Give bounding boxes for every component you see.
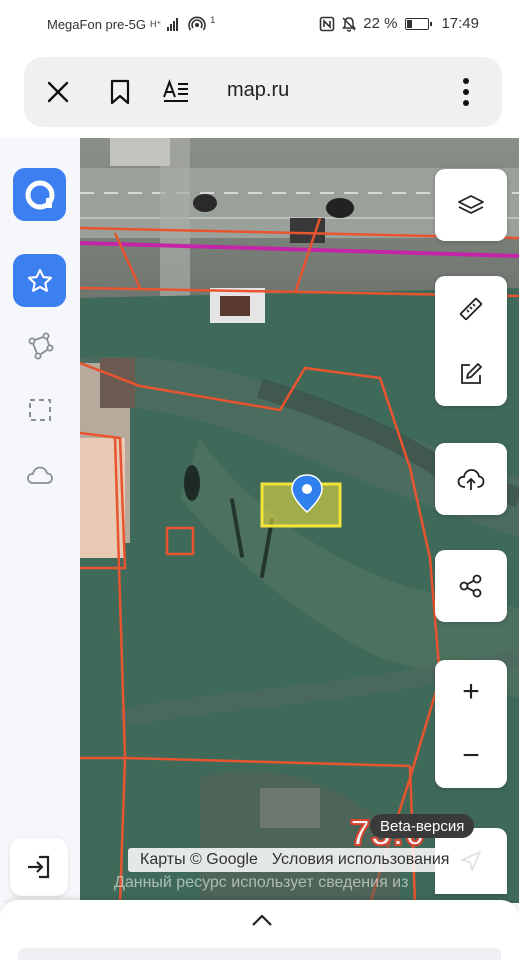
app-logo-icon (25, 180, 54, 209)
browser-toolbar: map.ru (24, 57, 502, 127)
bookmark-icon (110, 79, 130, 105)
favorites-button[interactable] (13, 254, 66, 307)
sheet-content-strip (18, 948, 501, 960)
status-right: 22 % 17:49 (319, 15, 479, 32)
star-icon (27, 268, 52, 292)
edit-icon (461, 362, 482, 384)
share-control (435, 550, 507, 622)
more-vert-icon (463, 78, 469, 106)
map-attribution: Карты © Google Условия использования (128, 848, 488, 872)
terms-link[interactable]: Условия использования (272, 851, 450, 869)
upload-control (435, 443, 507, 515)
share-button[interactable] (435, 550, 507, 622)
beta-badge: Beta-версия (370, 814, 475, 838)
zoom-control: + − (435, 660, 507, 788)
network-type: H⁺ (150, 18, 162, 29)
left-sidebar (0, 138, 80, 903)
polygon-tool-icon (28, 332, 54, 360)
selection-area-icon (29, 399, 51, 421)
cloud-icon (27, 466, 53, 484)
data-source-notice: Данный ресурс использует сведения из (114, 874, 409, 891)
more-button[interactable] (448, 74, 484, 110)
battery-fill (407, 19, 413, 28)
ruler-icon (459, 297, 483, 320)
clock: 17:49 (441, 15, 479, 32)
upload-icon (457, 469, 485, 490)
status-left: MegaFon pre-5G H⁺ 1 (47, 15, 216, 32)
carrier-name: MegaFon pre-5G (47, 16, 146, 32)
layers-control (435, 169, 507, 241)
bookmark-button[interactable] (102, 74, 138, 110)
satellite-imagery (80, 138, 519, 903)
polygon-tool-button[interactable] (24, 330, 56, 362)
expand-sheet-button[interactable] (247, 908, 277, 932)
layers-icon (458, 195, 484, 214)
hotspot-count: 1 (210, 15, 216, 25)
reader-mode-icon (163, 79, 188, 102)
edit-button[interactable] (435, 341, 507, 406)
upload-button[interactable] (435, 443, 507, 515)
exit-icon (28, 855, 50, 879)
nfc-icon (319, 16, 335, 31)
ruler-button[interactable] (435, 276, 507, 341)
selection-area-button[interactable] (24, 394, 56, 426)
map-view[interactable]: 73:0 (80, 138, 519, 903)
battery-icon (405, 17, 433, 30)
close-button[interactable] (40, 74, 76, 110)
battery-percent: 22 % (363, 15, 398, 32)
url-text[interactable]: map.ru (227, 79, 289, 102)
reader-mode-button[interactable] (158, 74, 194, 110)
zoom-in-button[interactable]: + (435, 660, 507, 724)
signal-icon (167, 17, 179, 31)
app-logo-button[interactable] (13, 168, 66, 221)
share-icon (459, 574, 482, 598)
zoom-out-button[interactable]: − (435, 724, 507, 788)
chevron-up-icon (252, 914, 272, 926)
measure-edit-control (435, 276, 507, 406)
map-provider: Карты © Google (140, 851, 258, 868)
cloud-button[interactable] (24, 459, 56, 491)
close-icon (47, 81, 69, 103)
exit-button[interactable] (10, 838, 68, 896)
layers-button[interactable] (435, 169, 507, 241)
bottom-sheet (0, 900, 519, 960)
mute-icon (342, 16, 357, 32)
status-bar: MegaFon pre-5G H⁺ 1 22 % 17:49 (0, 0, 519, 50)
hotspot-icon (188, 16, 207, 31)
